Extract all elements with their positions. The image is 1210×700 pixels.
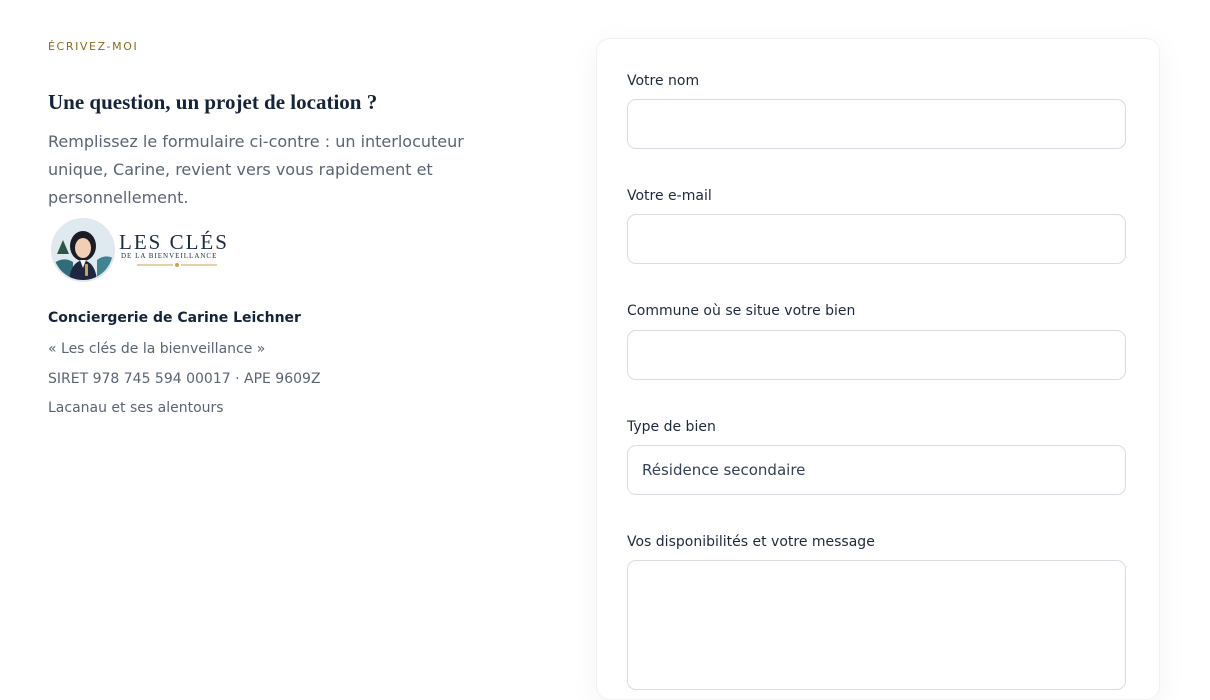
brand-subtitle: DE LA BIENVEILLANCE: [121, 252, 218, 260]
commune-input[interactable]: [627, 330, 1126, 380]
name-input[interactable]: [627, 99, 1126, 149]
email-input[interactable]: [627, 214, 1126, 264]
property-type-label: Type de bien: [627, 419, 716, 435]
company-registration: SIRET 978 745 594 00017 · APE 9609Z: [48, 371, 321, 387]
name-label: Votre nom: [627, 73, 700, 89]
section-heading: Une question, un projet de location ?: [48, 90, 378, 114]
message-textarea[interactable]: [627, 560, 1126, 690]
property-type-value: Résidence secondaire: [642, 461, 806, 479]
contact-form: Votre nom Votre e-mail Commune où se sit…: [596, 38, 1160, 700]
message-label: Vos disponibilités et votre message: [627, 534, 875, 550]
commune-label: Commune où se situe votre bien: [627, 303, 856, 319]
portrait-icon: [53, 220, 113, 280]
section-eyebrow: ÉCRIVEZ-MOI: [48, 40, 139, 53]
brand-divider-ornament: [137, 263, 217, 267]
email-label: Votre e-mail: [627, 188, 712, 204]
property-type-select[interactable]: Résidence secondaire: [627, 445, 1126, 495]
portrait-illustration: [51, 218, 115, 282]
company-tagline: « Les clés de la bienveillance »: [48, 341, 266, 357]
intro-paragraph: Remplissez le formulaire ci-contre : un …: [48, 132, 464, 207]
brand-logo: LES CLÉS DE LA BIENVEILLANCE: [51, 218, 241, 284]
company-area: Lacanau et ses alentours: [48, 400, 224, 416]
company-name: Conciergerie de Carine Leichner: [48, 310, 301, 326]
